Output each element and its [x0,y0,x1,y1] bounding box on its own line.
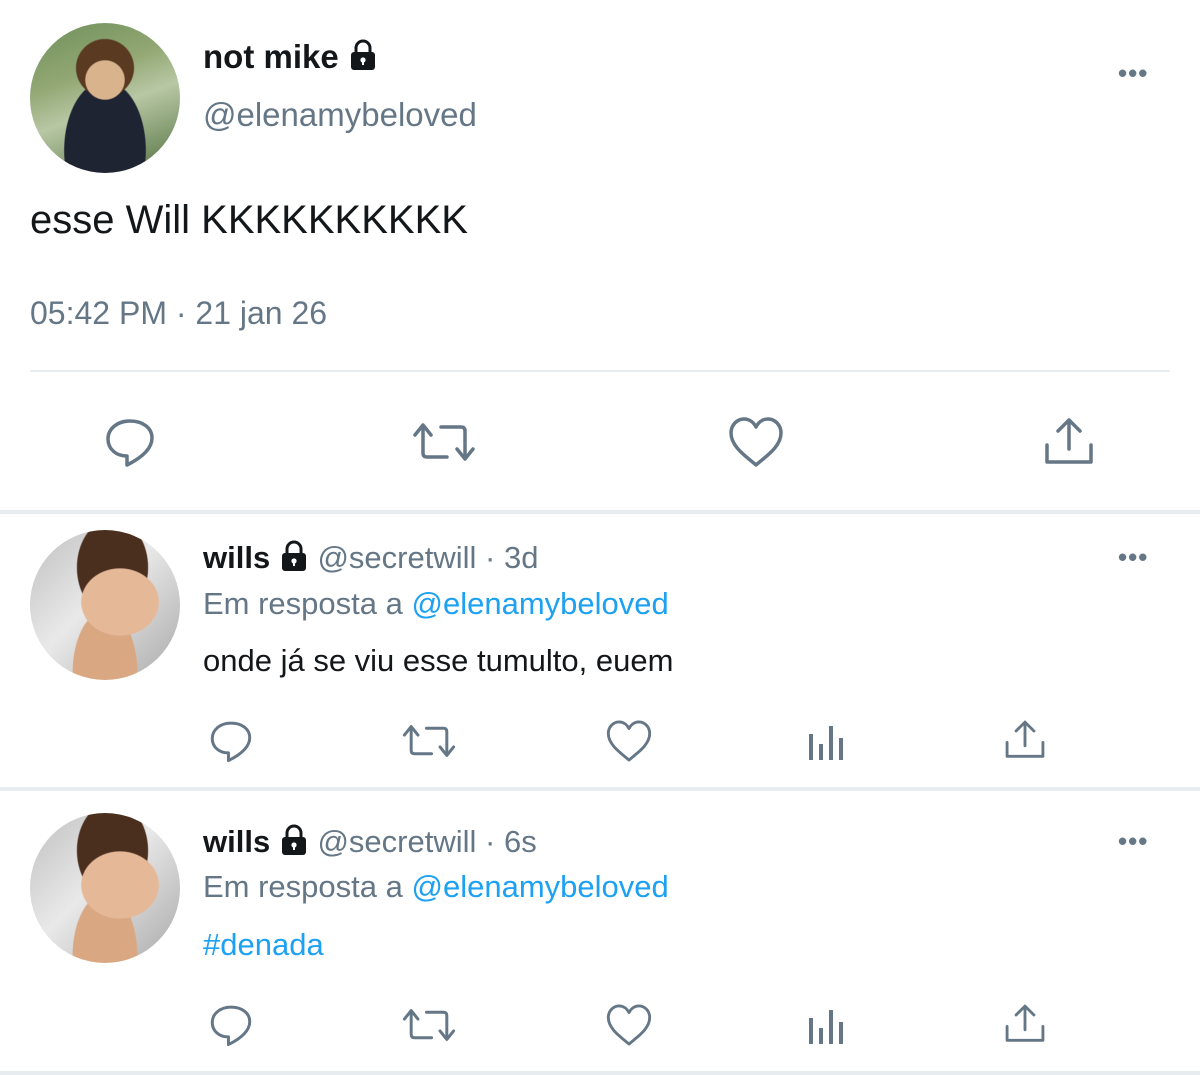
handle[interactable]: @secretwill [317,824,476,859]
share-icon[interactable] [1003,718,1047,762]
lock-icon [348,39,378,79]
divider [0,510,1200,514]
avatar[interactable] [30,530,180,680]
reply-icon[interactable] [208,718,254,764]
timestamp[interactable]: 05:42 PM · 21 jan 26 [30,295,327,332]
reply-context: Em resposta a @elenamybeloved [203,869,669,905]
more-icon[interactable]: ••• [1118,826,1148,857]
avatar[interactable] [30,23,180,173]
display-name[interactable]: wills [203,540,270,575]
relative-time: · 3d [485,540,539,576]
reply-icon[interactable] [103,415,157,469]
reply-icon[interactable] [208,1002,254,1048]
share-icon[interactable] [1003,1002,1047,1046]
handle[interactable]: @secretwill [317,540,476,575]
display-name: not mike [203,38,339,75]
like-icon[interactable] [727,415,785,469]
avatar[interactable] [30,813,180,963]
like-icon[interactable] [605,718,653,764]
retweet-icon[interactable] [401,718,457,764]
reply-context: Em resposta a @elenamybeloved [203,586,669,622]
reply-text: onde já se viu esse tumulto, euem [203,643,674,678]
mention-link[interactable]: @elenamybeloved [412,586,669,621]
reply-prefix: Em resposta a [203,869,403,904]
mention-link[interactable]: @elenamybeloved [412,869,669,904]
divider [0,1071,1200,1075]
tweet-text: esse Will KKKKKKKKKK [30,198,468,242]
analytics-icon[interactable] [806,1004,848,1046]
divider [30,370,1170,372]
divider [0,787,1200,791]
display-name-row: not mike [203,38,378,79]
relative-time: · 6s [485,824,537,860]
retweet-icon[interactable] [411,415,477,469]
reply-prefix: Em resposta a [203,586,403,621]
lock-icon [279,824,309,864]
handle[interactable]: @elenamybeloved [203,96,477,134]
retweet-icon[interactable] [401,1002,457,1048]
like-icon[interactable] [605,1002,653,1048]
more-icon[interactable]: ••• [1118,542,1148,573]
share-icon[interactable] [1042,415,1096,469]
hashtag-link[interactable]: #denada [203,927,324,963]
more-icon[interactable]: ••• [1118,58,1148,89]
lock-icon [279,540,309,580]
reply-header: wills @secretwill · 3d [203,540,538,580]
reply-header: wills @secretwill · 6s [203,824,537,864]
display-name[interactable]: wills [203,824,270,859]
analytics-icon[interactable] [806,720,848,762]
